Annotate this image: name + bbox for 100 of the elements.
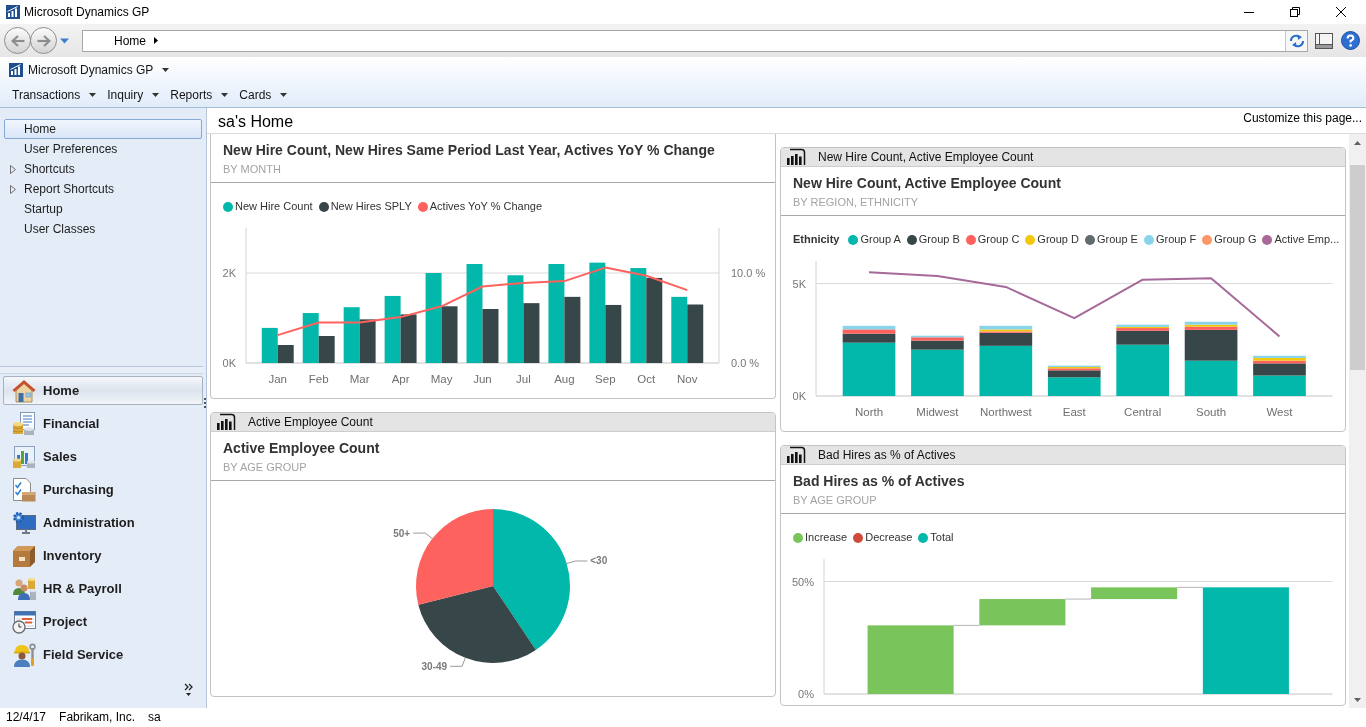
leader-line — [566, 560, 588, 565]
bar-chart-icon — [786, 148, 806, 166]
nav-pane-button[interactable]: Purchasing — [3, 475, 203, 504]
leader-line — [412, 532, 433, 540]
nav-pane-button[interactable]: Inventory — [3, 541, 203, 570]
legend-label: Group F — [1155, 233, 1197, 247]
connector-line — [953, 624, 980, 626]
menu-button[interactable]: Inquiry — [107, 88, 160, 102]
tree-item[interactable]: User Preferences — [4, 139, 202, 159]
legend-label: Decrease — [865, 531, 913, 545]
legend-label: Group A — [860, 233, 901, 247]
caret-down-icon — [162, 68, 170, 72]
layout-icon — [1315, 32, 1333, 49]
left-arrow-icon — [10, 34, 25, 47]
slice-label: 30-49 — [421, 660, 448, 672]
configure-buttons-button[interactable] — [184, 683, 193, 697]
category-label: South — [1196, 406, 1227, 418]
nav-pane-button[interactable]: Sales — [3, 442, 203, 471]
chart-subtitle: BY REGION, ETHNICITY — [792, 195, 920, 209]
category-label: Midwest — [916, 406, 959, 418]
legend-label: Group C — [977, 233, 1020, 247]
chart-coins-icon — [12, 444, 36, 469]
app-icon — [9, 63, 23, 77]
tile-header-title: Bad Hires as % of Actives — [818, 447, 956, 463]
axis-tick-label: 0K — [222, 357, 236, 369]
axis-tick-label: 0% — [798, 688, 814, 700]
tree-item[interactable]: User Classes — [4, 219, 202, 239]
category-label: Jan — [268, 373, 287, 385]
customize-link[interactable]: Customize this page... — [1243, 111, 1362, 133]
legend-label: Total — [930, 531, 954, 545]
scrollbar-thumb[interactable] — [1350, 165, 1365, 370]
tile-header-title: New Hire Count, Active Employee Count — [818, 149, 1034, 165]
legend-label: Group G — [1214, 233, 1257, 247]
nav-pane-button[interactable]: Field Service — [3, 640, 203, 669]
close-icon — [1336, 7, 1346, 17]
chart-bar — [687, 304, 704, 363]
chart-title: New Hire Count, Active Employee Count — [792, 174, 1062, 192]
tree-item[interactable]: Report Shortcuts — [4, 179, 202, 199]
category-label: Jun — [473, 373, 492, 385]
slice-label: <30 — [590, 555, 608, 567]
chevron-icon — [184, 683, 193, 697]
back-button[interactable] — [4, 27, 31, 54]
caret-down-icon — [221, 93, 229, 97]
nav-pane-button[interactable]: Project — [3, 607, 203, 636]
scroll-down-icon — [1354, 698, 1361, 702]
nav-pane-button[interactable]: HR & Payroll — [3, 574, 203, 603]
house-icon — [12, 378, 36, 403]
breadcrumb-link[interactable]: Home — [114, 33, 146, 48]
nav-pane-button[interactable]: Financial — [3, 409, 203, 438]
axis-tick-label: 0.0 % — [731, 357, 760, 369]
chart-bar — [343, 307, 360, 363]
layout-button[interactable] — [1315, 32, 1333, 49]
caret-down-icon — [89, 93, 97, 97]
right-arrow-icon — [36, 34, 51, 47]
connector-line — [1064, 598, 1092, 600]
axis-tick-label: 10.0 % — [731, 267, 766, 279]
menu-button[interactable]: Cards — [239, 88, 288, 102]
category-label: Mar — [349, 373, 370, 385]
chart-subtitle: BY AGE GROUP — [222, 460, 308, 474]
caret-down-icon — [152, 93, 160, 97]
legend-label: Group B — [918, 233, 960, 247]
app-menu-button[interactable]: Microsoft Dynamics GP — [9, 63, 170, 77]
tree-item[interactable]: Startup — [4, 199, 202, 219]
forward-button[interactable] — [30, 27, 57, 54]
chart-bar — [384, 295, 401, 363]
axis-tick-label: 2K — [222, 267, 236, 279]
chart-subtitle: BY AGE GROUP — [792, 493, 878, 507]
scroll-up-icon — [1354, 141, 1361, 145]
menu-button[interactable]: Transactions — [12, 88, 97, 102]
category-label: Oct — [637, 373, 656, 385]
refresh-button[interactable] — [1285, 30, 1307, 51]
worker-tools-icon — [12, 642, 36, 667]
category-label: Feb — [308, 373, 329, 385]
connector-line — [1176, 586, 1204, 588]
tile-header-title: Active Employee Count — [248, 414, 373, 430]
help-icon — [1341, 31, 1360, 50]
vertical-scrollbar[interactable] — [1349, 134, 1366, 708]
category-label: Aug — [554, 373, 575, 385]
menu-button[interactable]: Reports — [170, 88, 229, 102]
minimize-icon — [1244, 11, 1254, 13]
people-coins-icon — [12, 576, 36, 601]
page-title: sa's Home — [218, 113, 294, 132]
app-icon — [6, 5, 20, 19]
bar-chart-icon — [216, 413, 236, 431]
nav-pane-button[interactable]: Home — [3, 376, 203, 405]
legend-label: Actives YoY % Change — [429, 200, 543, 214]
nav-pane-button[interactable]: Administration — [3, 508, 203, 537]
category-label: Nov — [677, 373, 698, 385]
caret-down-icon — [60, 37, 69, 44]
address-bar[interactable]: Home — [82, 29, 1308, 52]
help-button[interactable] — [1341, 31, 1360, 50]
chart-title: Active Employee Count — [222, 439, 381, 457]
axis-tick-label: 50% — [791, 575, 814, 588]
axis-tick-label: 0K — [792, 390, 806, 402]
monitor-gear-icon — [12, 510, 36, 535]
category-label: May — [430, 373, 453, 385]
tree-item[interactable]: Shortcuts — [4, 159, 202, 179]
restore-icon — [1290, 7, 1300, 17]
category-label: East — [1062, 406, 1086, 418]
tree-item[interactable]: Home — [4, 119, 202, 139]
